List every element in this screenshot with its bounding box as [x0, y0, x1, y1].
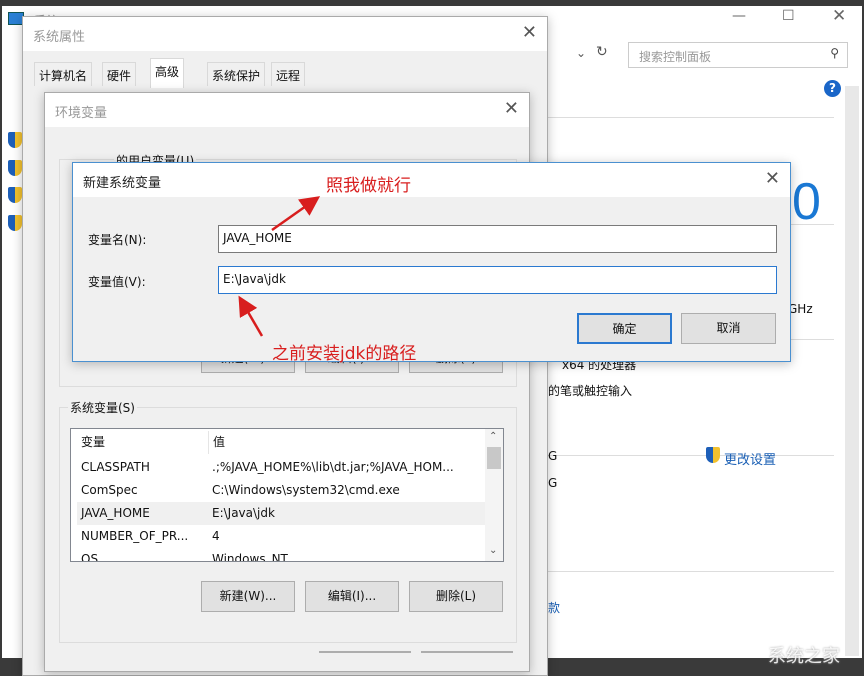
- arrow-to-name: [271, 196, 321, 232]
- annotation-arrows: [238, 196, 321, 337]
- arrow-to-value: [238, 295, 264, 337]
